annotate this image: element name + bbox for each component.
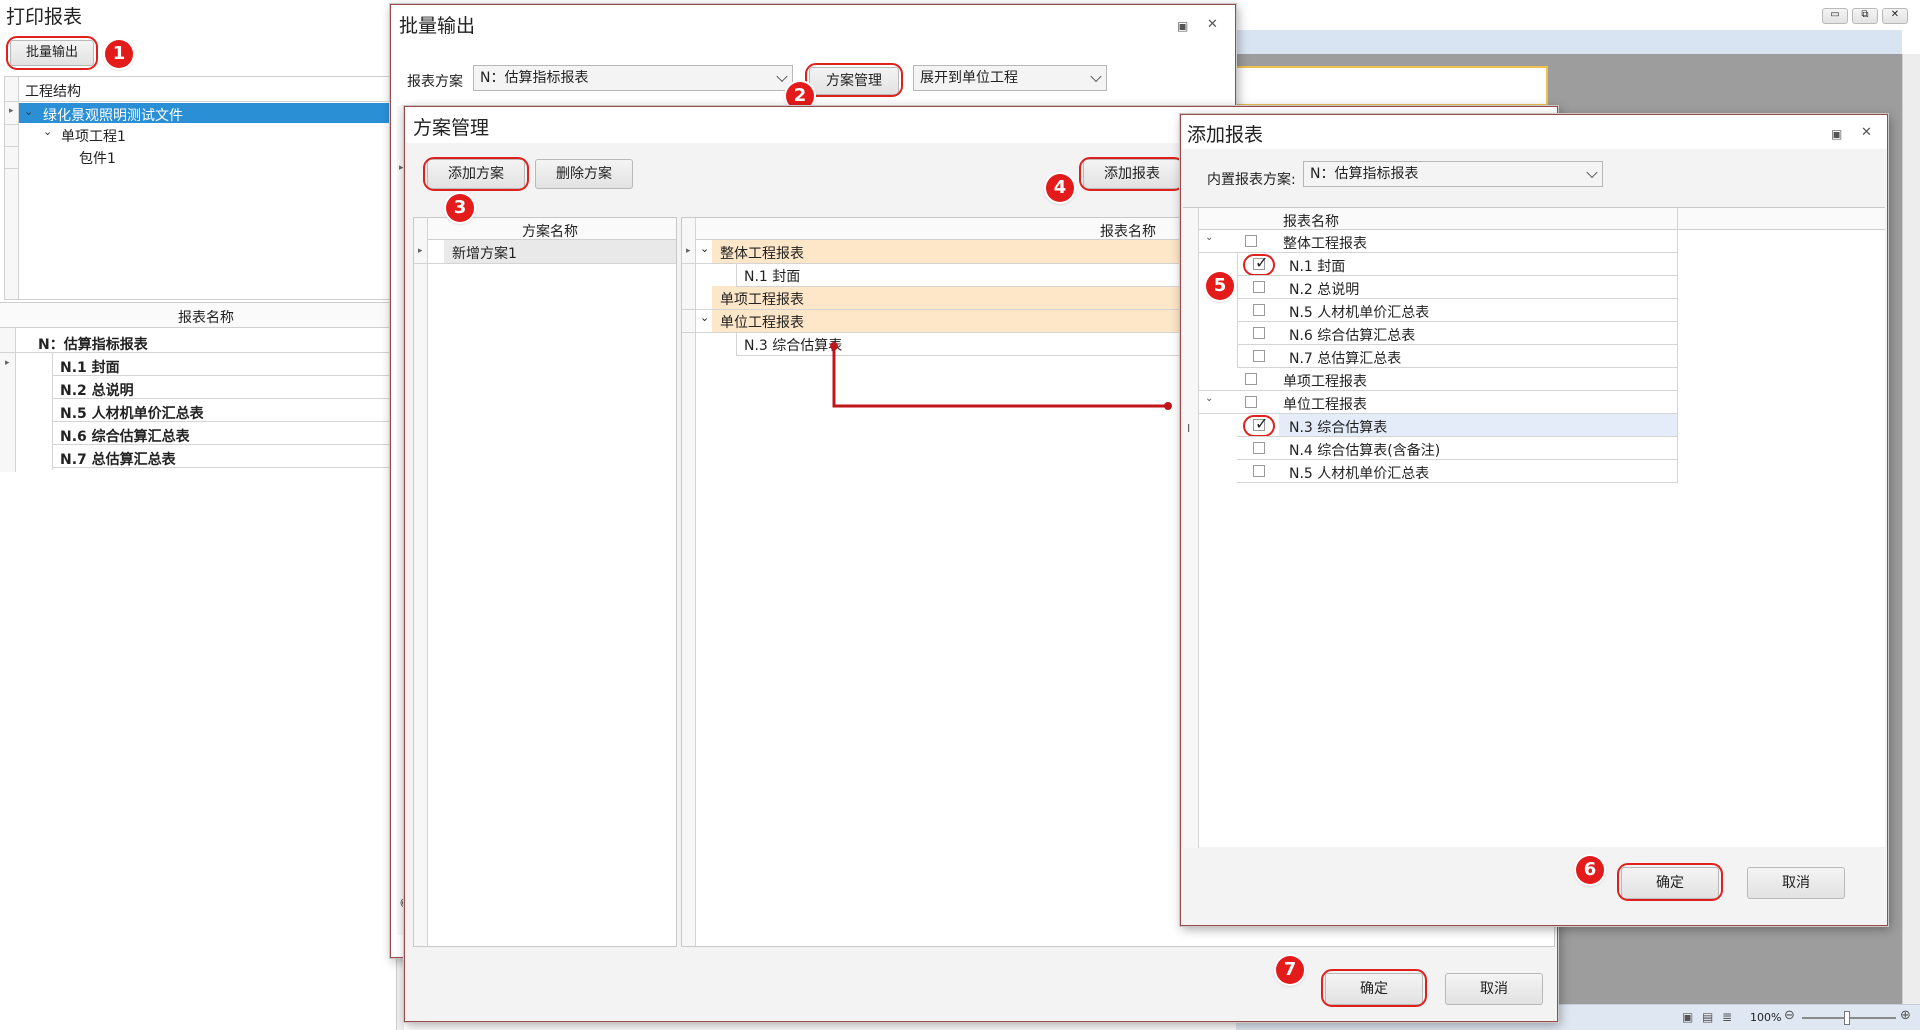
annotation-connector [830, 342, 1172, 410]
